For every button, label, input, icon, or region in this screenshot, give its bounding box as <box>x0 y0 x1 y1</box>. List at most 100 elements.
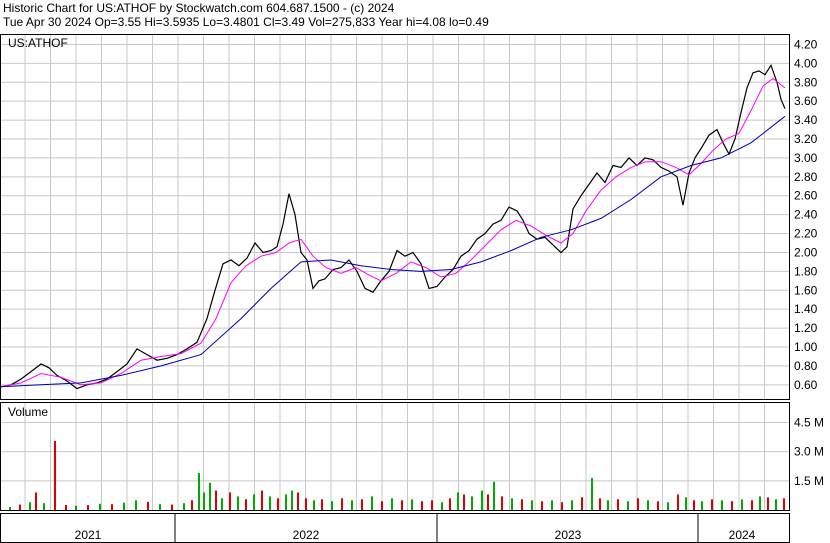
volume-bar <box>277 498 279 510</box>
volume-bar <box>457 492 459 510</box>
volume-bar <box>297 492 299 510</box>
volume-bar <box>561 502 563 510</box>
volume-bar <box>198 473 200 510</box>
volume-bar <box>667 502 669 510</box>
volume-bar <box>751 500 753 510</box>
volume-bar <box>99 503 101 510</box>
price-tick-label: 1.00 <box>794 340 818 354</box>
volume-bar <box>313 500 315 510</box>
volume-bar <box>411 499 413 510</box>
volume-bar <box>487 494 489 510</box>
volume-bar <box>421 501 423 510</box>
volume-bar <box>731 501 733 510</box>
volume-bar <box>581 497 583 510</box>
volume-bar <box>701 501 703 510</box>
volume-bar <box>305 498 307 510</box>
long-ma-line <box>0 115 786 388</box>
volume-bar <box>221 498 223 510</box>
volume-bar <box>607 500 609 510</box>
symbol-label: US:ATHOF <box>8 36 68 50</box>
price-tick-label: 2.20 <box>794 227 818 241</box>
volume-tick-label: 3.0 M <box>794 445 824 459</box>
price-tick-label: 1.80 <box>794 264 818 278</box>
price-panel-frame <box>0 34 790 400</box>
volume-bar <box>29 502 31 510</box>
volume-bar <box>551 500 553 510</box>
volume-bar <box>183 503 185 510</box>
volume-bar <box>511 498 513 510</box>
volume-bar <box>783 498 785 510</box>
volume-bar <box>401 500 403 510</box>
price-tick-label: 2.00 <box>794 245 818 259</box>
price-tick-label: 0.60 <box>794 378 818 392</box>
volume-bar <box>449 498 451 510</box>
volume-bar <box>693 500 695 510</box>
volume-bar <box>431 500 433 510</box>
volume-bar <box>471 496 473 510</box>
volume-axis-labels: 1.5 M 3.0 M 4.5 M <box>794 415 824 487</box>
volume-bar <box>591 477 593 510</box>
price-tick-label: 1.20 <box>794 321 818 335</box>
volume-bar <box>191 500 193 510</box>
volume-bar <box>775 499 777 510</box>
volume-bar <box>111 504 113 510</box>
volume-bar <box>35 492 37 510</box>
volume-bar <box>54 440 56 510</box>
volume-bar <box>637 498 639 510</box>
year-label: 2022 <box>293 528 320 542</box>
volume-bar <box>599 498 601 510</box>
volume-bar <box>571 500 573 510</box>
volume-bar <box>351 500 353 510</box>
volume-bar <box>677 494 679 510</box>
volume-bar <box>9 507 11 510</box>
volume-bar <box>647 500 649 510</box>
volume-bar <box>371 496 373 510</box>
price-tick-label: 2.80 <box>794 170 818 184</box>
volume-bar <box>43 503 45 510</box>
volume-bar <box>135 500 137 510</box>
volume-bar <box>341 498 343 510</box>
volume-bar <box>19 504 21 510</box>
volume-tick-label: 4.5 M <box>794 415 824 429</box>
price-tick-label: 1.60 <box>794 283 818 297</box>
volume-bar <box>229 492 231 510</box>
volume-bar <box>285 494 287 510</box>
volume-bar <box>441 502 443 510</box>
price-axis-labels: 0.60 0.80 1.00 1.20 1.40 1.60 1.80 2.00 2.20 2.40… <box>794 37 818 391</box>
price-lines <box>0 63 786 390</box>
volume-bar <box>291 490 293 510</box>
price-line <box>0 63 786 390</box>
price-tick-label: 3.40 <box>794 113 818 127</box>
price-tick-label: 3.20 <box>794 132 818 146</box>
volume-bar <box>75 505 77 510</box>
volume-bar <box>65 504 67 510</box>
price-tick-label: 0.80 <box>794 359 818 373</box>
year-label: 2021 <box>75 528 102 542</box>
price-grid <box>1 35 789 399</box>
time-axis: 2021 2022 2023 2024 <box>75 513 756 543</box>
stock-chart: 0.60 0.80 1.00 1.20 1.40 1.60 1.80 2.00 2.20 2.40… <box>0 34 824 543</box>
volume-bar <box>245 499 247 510</box>
time-axis-frame <box>0 513 790 543</box>
volume-bar <box>721 500 723 510</box>
volume-bar <box>627 501 629 510</box>
price-tick-label: 3.60 <box>794 94 818 108</box>
volume-panel-frame <box>0 402 790 511</box>
volume-title: Volume <box>8 405 48 419</box>
short-ma-line <box>0 77 786 388</box>
volume-bar <box>237 496 239 510</box>
volume-bar <box>541 501 543 510</box>
volume-tick-label: 1.5 M <box>794 474 824 488</box>
volume-bar <box>269 496 271 510</box>
volume-bar <box>209 482 211 510</box>
volume-bar <box>617 499 619 510</box>
year-label: 2024 <box>729 528 756 542</box>
volume-bar <box>171 504 173 510</box>
price-tick-label: 3.80 <box>794 75 818 89</box>
price-tick-label: 4.00 <box>794 56 818 70</box>
price-tick-label: 2.40 <box>794 208 818 222</box>
volume-bar <box>463 494 465 510</box>
volume-bar <box>123 502 125 510</box>
volume-bar <box>203 492 205 510</box>
volume-bar <box>521 499 523 510</box>
